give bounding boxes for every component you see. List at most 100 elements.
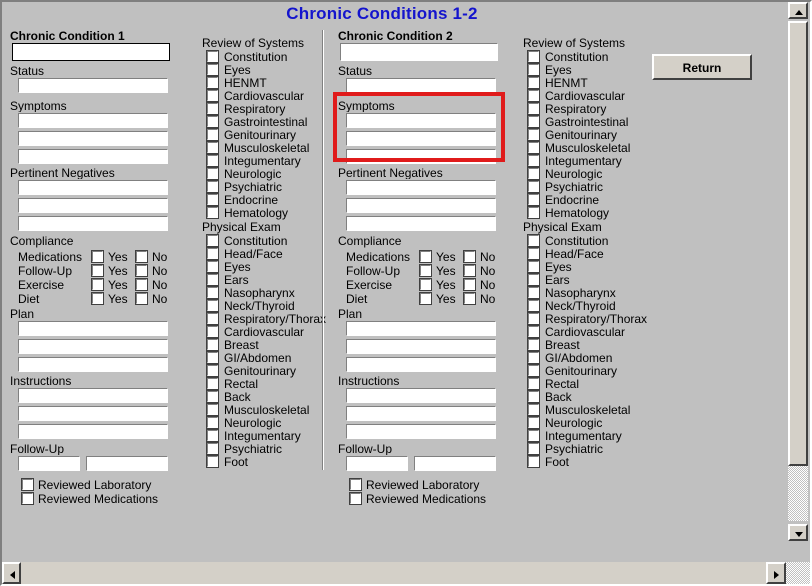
ros-checkbox-checklist1-5[interactable]	[206, 115, 219, 128]
compliance-no-checkbox-condition2-3[interactable]	[463, 292, 476, 305]
instructions-input-condition2-3[interactable]	[345, 423, 497, 440]
pe-checkbox-checklist2-12[interactable]	[527, 390, 540, 403]
ros-checkbox-checklist1-2[interactable]	[206, 76, 219, 89]
ros-checkbox-checklist2-4[interactable]	[527, 102, 540, 115]
pe-checkbox-checklist2-5[interactable]	[527, 299, 540, 312]
scroll-down-button[interactable]	[788, 524, 808, 541]
compliance-yes-checkbox-condition1-1[interactable]	[91, 264, 104, 277]
pertinent-negatives-input-condition2-2[interactable]	[345, 197, 497, 214]
compliance-yes-checkbox-condition2-2[interactable]	[419, 278, 432, 291]
plan-input-condition1-3[interactable]	[17, 356, 169, 373]
pe-checkbox-checklist1-0[interactable]	[206, 234, 219, 247]
plan-input-condition2-2[interactable]	[345, 338, 497, 355]
pe-checkbox-checklist2-3[interactable]	[527, 273, 540, 286]
ros-checkbox-checklist1-0[interactable]	[206, 50, 219, 63]
symptoms-input-condition1-2[interactable]	[17, 130, 169, 147]
review-checkbox-condition1-1[interactable]	[21, 492, 34, 505]
ros-checkbox-checklist1-10[interactable]	[206, 180, 219, 193]
pe-checkbox-checklist2-10[interactable]	[527, 364, 540, 377]
horizontal-scrollbar[interactable]	[2, 562, 788, 584]
ros-checkbox-checklist2-7[interactable]	[527, 141, 540, 154]
pe-checkbox-checklist1-1[interactable]	[206, 247, 219, 260]
pertinent-negatives-input-condition1-3[interactable]	[17, 215, 169, 232]
pe-checkbox-checklist1-3[interactable]	[206, 273, 219, 286]
plan-input-condition2-1[interactable]	[345, 320, 497, 337]
ros-checkbox-checklist2-10[interactable]	[527, 180, 540, 193]
symptoms-input-condition2-1[interactable]	[345, 112, 497, 129]
pe-checkbox-checklist1-16[interactable]	[206, 442, 219, 455]
symptoms-input-condition1-3[interactable]	[17, 148, 169, 165]
ros-checkbox-checklist2-11[interactable]	[527, 193, 540, 206]
ros-checkbox-checklist2-3[interactable]	[527, 89, 540, 102]
pe-checkbox-checklist2-14[interactable]	[527, 416, 540, 429]
instructions-input-condition2-2[interactable]	[345, 405, 497, 422]
pe-checkbox-checklist2-1[interactable]	[527, 247, 540, 260]
pe-checkbox-checklist1-11[interactable]	[206, 377, 219, 390]
pe-checkbox-checklist2-17[interactable]	[527, 455, 540, 468]
pe-checkbox-checklist1-12[interactable]	[206, 390, 219, 403]
compliance-no-checkbox-condition1-3[interactable]	[135, 292, 148, 305]
vertical-scroll-thumb[interactable]	[788, 21, 808, 466]
instructions-input-condition1-2[interactable]	[17, 405, 169, 422]
ros-checkbox-checklist2-2[interactable]	[527, 76, 540, 89]
ros-checkbox-checklist1-12[interactable]	[206, 206, 219, 219]
compliance-yes-checkbox-condition1-0[interactable]	[91, 250, 104, 263]
ros-checkbox-checklist1-11[interactable]	[206, 193, 219, 206]
pe-checkbox-checklist1-17[interactable]	[206, 455, 219, 468]
pe-checkbox-checklist2-11[interactable]	[527, 377, 540, 390]
plan-input-condition2-3[interactable]	[345, 356, 497, 373]
ros-checkbox-checklist1-6[interactable]	[206, 128, 219, 141]
followup-date-input-condition2[interactable]	[345, 455, 409, 472]
instructions-input-condition1-3[interactable]	[17, 423, 169, 440]
followup-notes-input-condition2[interactable]	[413, 455, 497, 472]
compliance-no-checkbox-condition1-0[interactable]	[135, 250, 148, 263]
status-input-condition2[interactable]	[345, 77, 497, 94]
ros-checkbox-checklist1-3[interactable]	[206, 89, 219, 102]
return-button[interactable]: Return	[652, 54, 752, 80]
compliance-no-checkbox-condition2-1[interactable]	[463, 264, 476, 277]
compliance-no-checkbox-condition2-0[interactable]	[463, 250, 476, 263]
compliance-no-checkbox-condition1-2[interactable]	[135, 278, 148, 291]
review-checkbox-condition1-0[interactable]	[21, 478, 34, 491]
symptoms-input-condition2-2[interactable]	[345, 130, 497, 147]
pe-checkbox-checklist2-4[interactable]	[527, 286, 540, 299]
plan-input-condition1-1[interactable]	[17, 320, 169, 337]
pe-checkbox-checklist2-0[interactable]	[527, 234, 540, 247]
ros-checkbox-checklist1-8[interactable]	[206, 154, 219, 167]
plan-input-condition1-2[interactable]	[17, 338, 169, 355]
pe-checkbox-checklist1-13[interactable]	[206, 403, 219, 416]
pe-checkbox-checklist1-5[interactable]	[206, 299, 219, 312]
ros-checkbox-checklist1-4[interactable]	[206, 102, 219, 115]
compliance-yes-checkbox-condition2-3[interactable]	[419, 292, 432, 305]
pertinent-negatives-input-condition2-3[interactable]	[345, 215, 497, 232]
review-checkbox-condition2-1[interactable]	[349, 492, 362, 505]
pertinent-negatives-input-condition1-1[interactable]	[17, 179, 169, 196]
instructions-input-condition2-1[interactable]	[345, 387, 497, 404]
ros-checkbox-checklist1-7[interactable]	[206, 141, 219, 154]
pe-checkbox-checklist1-4[interactable]	[206, 286, 219, 299]
horizontal-scroll-thumb[interactable]	[21, 562, 766, 584]
pe-checkbox-checklist1-14[interactable]	[206, 416, 219, 429]
scroll-right-button[interactable]	[766, 562, 786, 584]
symptoms-input-condition2-3[interactable]	[345, 148, 497, 165]
ros-checkbox-checklist2-9[interactable]	[527, 167, 540, 180]
ros-checkbox-checklist1-9[interactable]	[206, 167, 219, 180]
pertinent-negatives-input-condition1-2[interactable]	[17, 197, 169, 214]
pe-checkbox-checklist1-10[interactable]	[206, 364, 219, 377]
compliance-no-checkbox-condition1-1[interactable]	[135, 264, 148, 277]
pe-checkbox-checklist1-2[interactable]	[206, 260, 219, 273]
ros-checkbox-checklist2-1[interactable]	[527, 63, 540, 76]
pe-checkbox-checklist2-6[interactable]	[527, 312, 540, 325]
pe-checkbox-checklist2-7[interactable]	[527, 325, 540, 338]
pe-checkbox-checklist2-13[interactable]	[527, 403, 540, 416]
pe-checkbox-checklist1-7[interactable]	[206, 325, 219, 338]
ros-checkbox-checklist2-5[interactable]	[527, 115, 540, 128]
condition-name-input-condition1[interactable]	[12, 43, 170, 61]
status-input-condition1[interactable]	[17, 77, 169, 94]
ros-checkbox-checklist1-1[interactable]	[206, 63, 219, 76]
scroll-up-button[interactable]	[788, 2, 808, 19]
scroll-left-button[interactable]	[2, 562, 21, 584]
ros-checkbox-checklist2-8[interactable]	[527, 154, 540, 167]
pe-checkbox-checklist1-15[interactable]	[206, 429, 219, 442]
followup-date-input-condition1[interactable]	[17, 455, 81, 472]
